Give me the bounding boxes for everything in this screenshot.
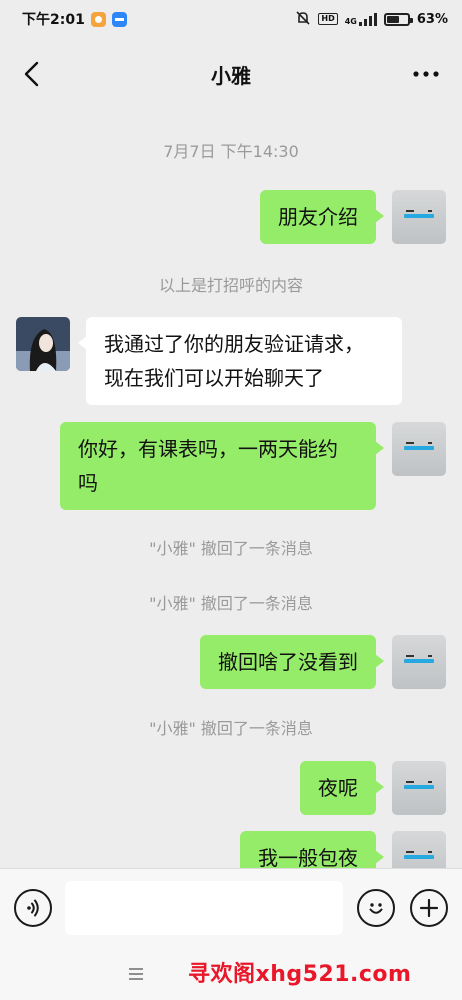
recall-notice: "小雅" 撤回了一条消息 [149,539,313,558]
message-bubble[interactable]: 你好，有课表吗，一两天能约 吗 [60,422,384,510]
chat-header: 小雅 [0,38,462,110]
plus-button[interactable] [410,889,448,927]
contact-avatar[interactable] [16,317,70,371]
message-list[interactable]: 7月7日 下午14:30 朋友介绍 以上是打招呼的内容 我通过了你的朋友验证请求… [0,110,462,868]
menu-icon[interactable] [128,962,144,986]
system-navigation-bar: 寻欢阁xhg521.com [0,946,462,1000]
message-bubble[interactable]: 撤回啥了没看到 [200,635,384,689]
chat-title: 小雅 [211,63,251,88]
chevron-left-icon [24,61,39,87]
emoji-button[interactable] [357,889,395,927]
message-bubble[interactable]: 我一般包夜 [240,831,384,868]
voice-icon [27,899,39,917]
my-avatar[interactable] [392,190,446,244]
emoji-icon [369,903,383,914]
battery-fill [386,15,400,23]
back-button[interactable] [12,54,52,94]
message-line: 你好，有课表吗，一两天能约 [78,437,338,461]
recall-notice: "小雅" 撤回了一条消息 [149,594,313,613]
blue-app-icon [111,11,127,27]
message-line: 吗 [78,471,98,495]
orange-app-icon [90,11,106,27]
status-bar: 下午2:01 HD 4G 63% [0,0,462,38]
message-line: 我通过了你的朋友验证请求， [104,332,364,356]
network-label: 4G [344,16,357,26]
input-bar [0,868,462,946]
more-dots-icon [413,71,439,77]
recall-notice: "小雅" 撤回了一条消息 [149,719,313,738]
mute-alarm-icon [295,10,311,29]
battery-percent: 63% [416,11,448,27]
my-avatar[interactable] [392,831,446,868]
message-bubble[interactable]: 我通过了你的朋友验证请求， 现在我们可以开始聊天了 [78,317,402,405]
my-avatar[interactable] [392,761,446,815]
plus-icon [419,898,439,918]
message-bubble[interactable]: 夜呢 [300,761,384,815]
message-bubble[interactable]: 朋友介绍 [260,190,384,244]
timestamp: 7月7日 下午14:30 [163,142,299,161]
signal-icon: 4G [344,12,377,26]
hd-icon: HD [318,13,338,25]
voice-button[interactable] [14,889,52,927]
watermark-text: 寻欢阁xhg521.com [188,962,412,987]
more-button[interactable] [406,54,446,94]
my-avatar[interactable] [392,635,446,689]
battery-icon [383,12,413,26]
message-line: 现在我们可以开始聊天了 [104,366,324,390]
my-avatar[interactable] [392,422,446,476]
status-time: 下午2:01 [22,12,85,28]
message-input[interactable] [65,881,343,935]
system-message: 以上是打招呼的内容 [158,276,303,295]
